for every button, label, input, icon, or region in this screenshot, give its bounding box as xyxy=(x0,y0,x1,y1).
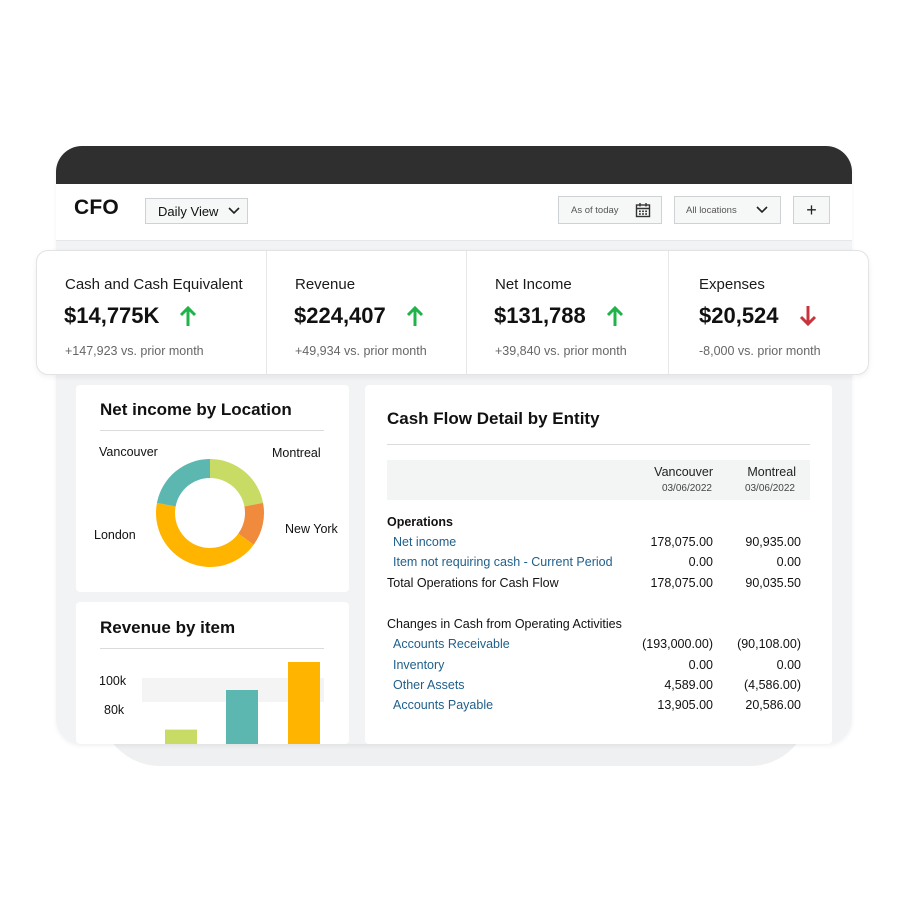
cell-montreal: 90,035.50 xyxy=(745,576,801,590)
row-label: Operations xyxy=(387,515,453,529)
y-tick-label: 100k xyxy=(99,674,127,688)
view-select-value: Daily View xyxy=(158,203,219,219)
kpi-cash[interactable]: Cash and Cash Equivalent $14,775K +147,9… xyxy=(37,251,267,374)
cell-vancouver: 178,075.00 xyxy=(650,535,713,549)
row-label: Total Operations for Cash Flow xyxy=(387,576,559,590)
cell-vancouver: 178,075.00 xyxy=(650,576,713,590)
row-link[interactable]: Item not requiring cash - Current Period xyxy=(393,555,613,569)
arrow-up-icon xyxy=(180,305,197,326)
kpi-net-income[interactable]: Net Income $131,788 +39,840 vs. prior mo… xyxy=(467,251,669,374)
app-title: CFO xyxy=(74,196,119,219)
row-link[interactable]: Accounts Payable xyxy=(393,698,493,712)
net-income-title: Net income by Location xyxy=(100,400,292,419)
column-date-montreal: 03/06/2022 xyxy=(744,483,795,494)
revenue-panel: Revenue by item 100k 80k xyxy=(76,602,349,744)
arrow-up-icon xyxy=(606,305,623,326)
cell-montreal: 20,586.00 xyxy=(745,698,801,712)
table-row: Operations xyxy=(387,515,810,533)
cashflow-panel: Cash Flow Detail by Entity Vancouver 03/… xyxy=(365,385,832,744)
divider xyxy=(387,444,810,445)
kpi-strip: Cash and Cash Equivalent $14,775K +147,9… xyxy=(36,250,869,375)
revenue-bar xyxy=(226,690,258,744)
add-button[interactable]: + xyxy=(793,196,830,224)
row-label: Changes in Cash from Operating Activitie… xyxy=(387,617,622,631)
donut-label-montreal: Montreal xyxy=(272,446,321,460)
row-link[interactable]: Accounts Receivable xyxy=(393,637,510,651)
row-link[interactable]: Inventory xyxy=(393,658,444,672)
table-row: Other Assets 4,589.00 (4,586.00) xyxy=(387,678,810,696)
table-header: Vancouver 03/06/2022 Montreal 03/06/2022 xyxy=(387,460,810,500)
arrow-down-icon xyxy=(799,306,816,327)
calendar-icon xyxy=(635,203,651,218)
cell-vancouver: 0.00 xyxy=(688,658,713,672)
kpi-value: $20,524 xyxy=(699,303,779,328)
column-header-montreal: Montreal xyxy=(747,465,796,479)
cell-vancouver: (193,000.00) xyxy=(642,637,713,651)
kpi-label: Expenses xyxy=(699,276,765,293)
location-filter[interactable]: All locations xyxy=(674,196,781,224)
donut-slice-montreal xyxy=(210,459,264,507)
column-header-vancouver: Vancouver xyxy=(654,465,713,479)
chevron-down-icon xyxy=(756,206,768,214)
date-filter-value: As of today xyxy=(571,204,619,216)
row-link[interactable]: Net income xyxy=(393,535,456,549)
net-income-panel: Net income by Location Vancouver Montrea… xyxy=(76,385,349,592)
kpi-label: Cash and Cash Equivalent xyxy=(65,276,243,293)
donut-chart xyxy=(156,459,264,567)
window-top-bar xyxy=(56,146,852,184)
donut-label-new-york: New York xyxy=(285,522,338,536)
kpi-label: Revenue xyxy=(295,276,356,293)
divider xyxy=(100,430,324,431)
cell-montreal: 0.00 xyxy=(776,555,801,569)
y-tick-label: 80k xyxy=(104,703,125,717)
table-row: Total Operations for Cash Flow 178,075.00… xyxy=(387,576,810,594)
date-filter[interactable]: As of today xyxy=(558,196,662,224)
kpi-delta: +49,934 vs. prior month xyxy=(295,344,427,358)
column-date-vancouver: 03/06/2022 xyxy=(661,483,712,494)
cell-vancouver: 13,905.00 xyxy=(657,698,713,712)
cell-montreal: 90,935.00 xyxy=(745,535,801,549)
donut-slice-london xyxy=(156,502,254,567)
cell-montreal: (4,586.00) xyxy=(744,678,801,692)
donut-slice-vancouver xyxy=(156,459,210,507)
cell-montreal: 0.00 xyxy=(776,658,801,672)
kpi-revenue[interactable]: Revenue $224,407 +49,934 vs. prior month xyxy=(267,251,467,374)
table-row: Item not requiring cash - Current Period… xyxy=(387,555,810,573)
kpi-value: $224,407 xyxy=(294,303,386,328)
view-select[interactable]: Daily View xyxy=(145,198,248,224)
table-row: Changes in Cash from Operating Activitie… xyxy=(387,617,810,635)
kpi-value: $131,788 xyxy=(494,303,586,328)
table-row: Net income 178,075.00 90,935.00 xyxy=(387,535,810,553)
cell-vancouver: 0.00 xyxy=(688,555,713,569)
kpi-label: Net Income xyxy=(495,276,572,293)
dashboard-window: CFO Daily View As of today All locations… xyxy=(56,146,852,744)
row-link[interactable]: Other Assets xyxy=(393,678,465,692)
dashboard-header: CFO Daily View As of today All locations… xyxy=(56,184,852,241)
kpi-expenses[interactable]: Expenses $20,524 -8,000 vs. prior month xyxy=(669,251,868,374)
table-row: Inventory 0.00 0.00 xyxy=(387,658,810,676)
kpi-delta: +39,840 vs. prior month xyxy=(495,344,627,358)
bar-chart xyxy=(165,662,320,744)
arrow-up-icon xyxy=(406,305,423,326)
table-row: Accounts Receivable (193,000.00) (90,108.0… xyxy=(387,637,810,655)
donut-label-vancouver: Vancouver xyxy=(99,445,158,459)
divider xyxy=(100,648,324,649)
donut-label-london: London xyxy=(94,528,136,542)
kpi-value: $14,775K xyxy=(64,303,160,328)
cell-vancouver: 4,589.00 xyxy=(664,678,713,692)
kpi-delta: -8,000 vs. prior month xyxy=(699,344,821,358)
location-filter-value: All locations xyxy=(686,204,737,216)
cashflow-title: Cash Flow Detail by Entity xyxy=(387,409,600,428)
kpi-delta: +147,923 vs. prior month xyxy=(65,344,204,358)
revenue-title: Revenue by item xyxy=(100,618,236,637)
chevron-down-icon xyxy=(228,207,241,215)
revenue-bar xyxy=(165,729,197,744)
revenue-bar xyxy=(288,662,320,744)
table-row: Accounts Payable 13,905.00 20,586.00 xyxy=(387,698,810,716)
cell-montreal: (90,108.00) xyxy=(737,637,801,651)
